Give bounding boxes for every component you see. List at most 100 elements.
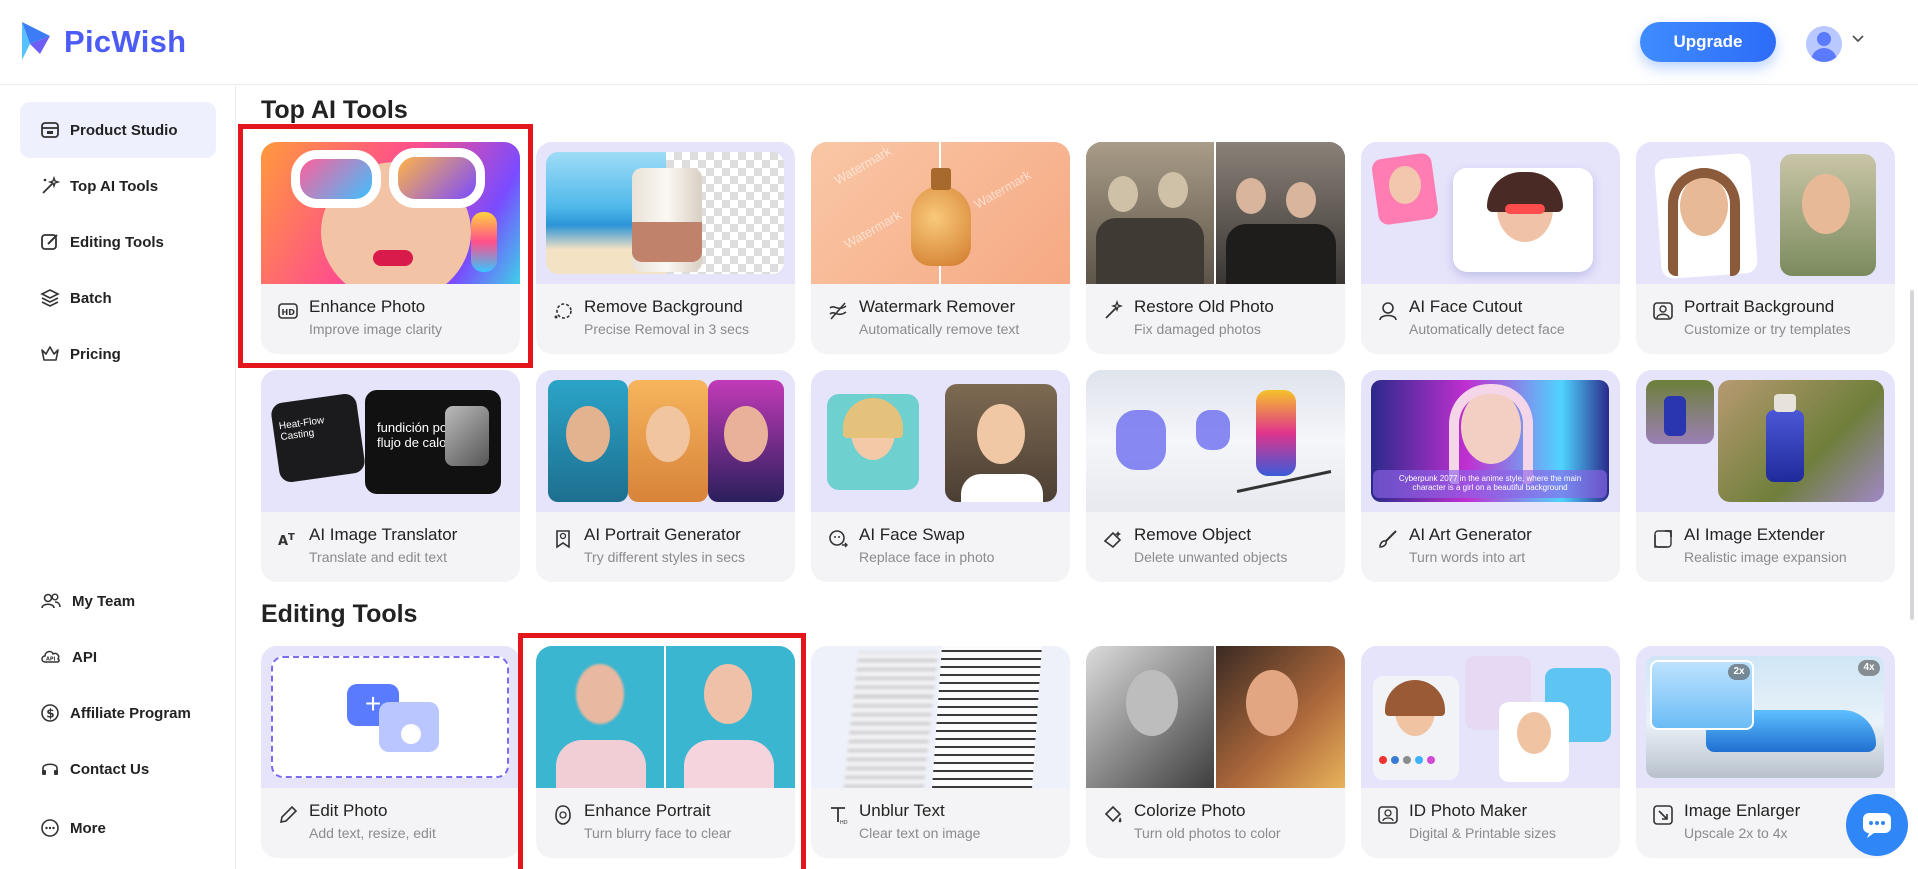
enlarge-4x-badge: 4x [1858,660,1880,676]
card-title: Remove Object [1134,525,1252,544]
upgrade-button[interactable]: Upgrade [1640,22,1776,62]
sidebar-item-editing-tools[interactable]: Editing Tools [20,214,216,270]
translate-icon: AT [278,532,295,549]
tool-card-portrait-background[interactable]: Portrait Background Customize or try tem… [1636,142,1895,354]
card-thumbnail [1086,646,1345,788]
tool-card-remove-background[interactable]: Remove Background Precise Removal in 3 s… [536,142,795,354]
api-cloud-icon: API [41,650,60,663]
sidebar-item-label: Editing Tools [70,233,164,251]
tool-card-ai-face-cutout[interactable]: AI Face Cutout Automatically detect face [1361,142,1620,354]
paint-bucket-icon [1104,805,1122,823]
card-subtitle: Delete unwanted objects [1134,549,1288,565]
card-title: AI Image Extender [1684,525,1825,544]
card-subtitle: Turn old photos to color [1134,825,1281,841]
sidebar-item-label: My Team [72,592,136,610]
sidebar-item-batch[interactable]: Batch [20,270,216,326]
face-user-icon [1379,302,1397,321]
chat-support-button[interactable] [1846,794,1908,856]
svg-text:$: $ [46,707,54,721]
card-title: Restore Old Photo [1134,297,1274,316]
brand-logo[interactable]: PicWish [18,20,186,64]
pencil-icon [279,805,298,824]
svg-text:A: A [278,534,288,549]
card-title: ID Photo Maker [1409,801,1528,820]
dollar-icon: $ [41,704,59,722]
tool-card-id-photo-maker[interactable]: ID Photo Maker Digital & Printable sizes [1361,646,1620,858]
tool-card-ai-art-generator[interactable]: Cyberpunk 2077 in the anime style, where… [1361,370,1620,582]
translator-source-text: Heat-Flow Casting [278,415,325,444]
layers-icon [40,289,60,307]
card-title: AI Art Generator [1409,525,1532,544]
sidebar-item-label: Affiliate Program [70,704,191,722]
card-title: Unblur Text [859,801,945,820]
tool-card-edit-photo[interactable]: + Edit Photo Add text, resize, edit [261,646,520,858]
card-thumbnail [1086,370,1345,512]
tool-card-watermark-remover[interactable]: Watermark Watermark Watermark Watermark … [811,142,1070,354]
scrollbar[interactable] [1910,290,1914,620]
card-subtitle: Upscale 2x to 4x [1684,825,1788,841]
top-header: PicWish Upgrade [0,0,1918,85]
section-title-editing-tools: Editing Tools [261,600,418,628]
chat-bubble-icon [1863,813,1891,838]
card-thumbnail: Cyberpunk 2077 in the anime style, where… [1361,370,1620,512]
tool-card-restore-old-photo[interactable]: Restore Old Photo Fix damaged photos [1086,142,1345,354]
portrait-gen-icon [556,530,570,549]
section-title-top-ai-tools: Top AI Tools [261,96,408,124]
more-icon [41,819,59,837]
avatar[interactable] [1806,26,1842,62]
card-subtitle: Customize or try templates [1684,321,1851,337]
watermark-text: Watermark [841,207,904,252]
tool-card-ai-portrait-generator[interactable]: AI Portrait Generator Try different styl… [536,370,795,582]
svg-text:API: API [46,657,56,663]
sidebar-item-label: More [70,819,106,837]
card-subtitle: Add text, resize, edit [309,825,436,841]
avatar-head [1817,32,1831,46]
avatar-body [1811,48,1837,62]
team-icon [41,593,61,609]
card-title: Edit Photo [309,801,388,820]
card-thumbnail [811,646,1070,788]
magic-wand-icon [42,176,60,194]
crown-icon [41,346,59,361]
tool-card-ai-face-swap[interactable]: AI Face Swap Replace face in photo [811,370,1070,582]
card-thumbnail [1086,142,1345,284]
card-subtitle: Realistic image expansion [1684,549,1847,565]
sidebar-item-top-ai-tools[interactable]: Top AI Tools [20,158,216,214]
sidebar-item-more[interactable]: More [20,800,216,856]
sidebar-item-pricing[interactable]: Pricing [20,326,216,382]
card-title: AI Image Translator [309,525,458,544]
sidebar-item-api[interactable]: API API [20,629,216,685]
tool-card-remove-object[interactable]: Remove Object Delete unwanted objects [1086,370,1345,582]
eraser-icon [1103,531,1122,549]
card-title: Image Enlarger [1684,801,1801,820]
face-swap-icon [829,530,848,548]
card-title: AI Face Swap [859,525,965,544]
tool-card-ai-image-extender[interactable]: AI Image Extender Realistic image expans… [1636,370,1895,582]
card-title: Colorize Photo [1134,801,1246,820]
store-icon [41,122,59,138]
sidebar-item-contact[interactable]: Contact Us [20,741,216,797]
sidebar-item-label: Top AI Tools [70,177,159,195]
card-thumbnail [1636,142,1895,284]
tool-card-ai-image-translator[interactable]: Heat-Flow Casting fundición por flujo de… [261,370,520,582]
card-subtitle: Digital & Printable sizes [1409,825,1557,841]
card-thumbnail [1636,370,1895,512]
card-thumbnail: 2x 4x [1636,646,1895,788]
edit-icon [41,234,58,250]
sidebar-item-label: Pricing [70,345,121,363]
sidebar-item-product-studio[interactable]: Product Studio [20,102,216,158]
watermark-text: Watermark [831,143,894,188]
card-thumbnail: Watermark Watermark Watermark [811,142,1070,284]
tool-card-colorize-photo[interactable]: Colorize Photo Turn old photos to color [1086,646,1345,858]
sidebar-item-affiliate[interactable]: $ Affiliate Program [20,685,216,741]
restore-icon [1105,300,1124,319]
chevron-down-icon[interactable] [1851,34,1865,44]
sidebar-item-my-team[interactable]: My Team [20,573,216,629]
headset-icon [42,763,58,775]
card-subtitle: Automatically remove text [859,321,1020,337]
card-subtitle: Try different styles in secs [584,549,746,565]
card-subtitle: Replace face in photo [859,549,995,565]
tool-card-unblur-text[interactable]: HD Unblur Text Clear text on image [811,646,1070,858]
card-subtitle: Fix damaged photos [1134,321,1261,337]
svg-text:T: T [288,532,295,543]
